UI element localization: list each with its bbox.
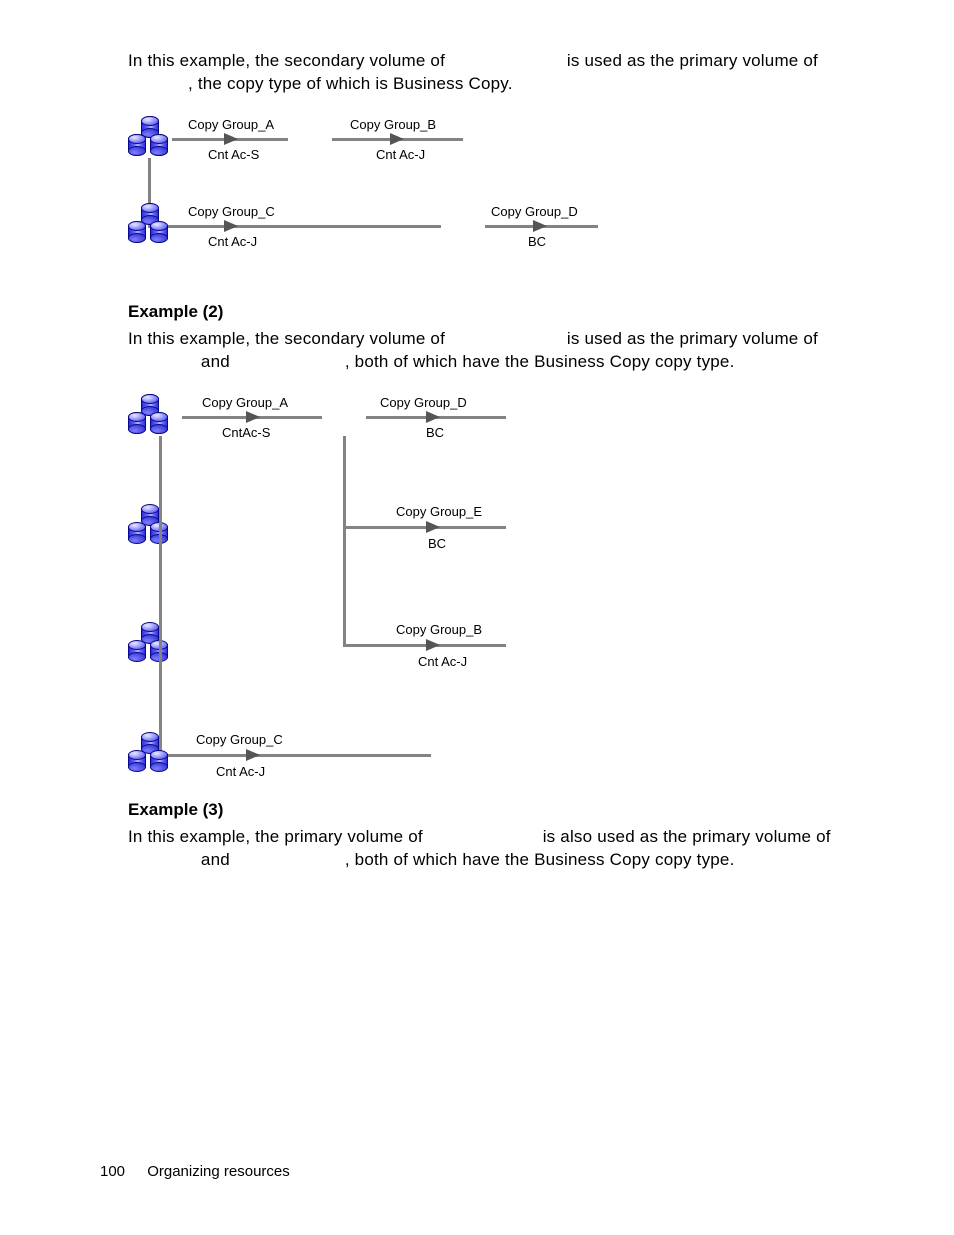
label-copy-group-c: Copy Group_C [188,204,275,219]
label-cnt-ac-j: Cnt Ac-J [376,147,425,162]
storage-cluster-icon [128,628,172,664]
arrow-icon [426,639,440,651]
label-copy-group-a: Copy Group_A [202,395,288,410]
label-cnt-ac-j: Cnt Ac-J [418,654,467,669]
text: , both of which have the Business Copy c… [345,352,735,371]
label-copy-group-d: Copy Group_D [380,395,467,410]
diagram-ex1: Copy Group_A Cnt Ac-S Copy Group_B Cnt A… [128,114,668,274]
arrow-icon [224,133,238,145]
page-footer: 100 Organizing resources [100,1163,290,1180]
arrow-icon [533,220,547,232]
storage-cluster-icon [128,122,172,158]
text: is also used as the primary volume of [538,827,831,846]
connector [159,436,162,756]
storage-cluster-icon [128,209,172,245]
label-bc: BC [428,536,446,551]
connector [159,754,431,757]
text: is used as the primary volume of [562,51,818,70]
arrow-icon [390,133,404,145]
page: In this example, the secondary volume of… [0,0,954,1235]
text: In this example, the primary volume of [128,827,428,846]
ex2-paragraph: In this example, the secondary volume of… [128,328,834,374]
label-copy-group-e: Copy Group_E [396,504,482,519]
connector [343,644,506,647]
label-copy-group-b: Copy Group_B [396,622,482,637]
text: and [196,850,235,869]
text: , the copy type of which is Business Cop… [188,74,513,93]
connector [343,436,346,646]
connector [343,526,506,529]
arrow-icon [426,521,440,533]
connector [148,225,441,228]
text: In this example, the secondary volume of [128,51,450,70]
label-copy-group-a: Copy Group_A [188,117,274,132]
label-copy-group-d: Copy Group_D [491,204,578,219]
text: , both of which have the Business Copy c… [345,850,735,869]
heading-example-3: Example (3) [128,800,954,820]
text: is used as the primary volume of [562,329,818,348]
label-bc: BC [528,234,546,249]
storage-cluster-icon [128,738,172,774]
label-cnt-ac-s: Cnt Ac-S [208,147,259,162]
label-cnt-ac-j: Cnt Ac-J [216,764,265,779]
arrow-icon [224,220,238,232]
label-cnt-ac-j: Cnt Ac-J [208,234,257,249]
text: and [196,352,235,371]
label-bc: BC [426,425,444,440]
storage-cluster-icon [128,510,172,546]
storage-cluster-icon [128,400,172,436]
ex1-paragraph: In this example, the secondary volume of… [128,50,834,96]
arrow-icon [426,411,440,423]
heading-example-2: Example (2) [128,302,954,322]
page-number: 100 [100,1163,125,1180]
diagram-ex2: Copy Group_A CntAc-S Copy Group_D BC Cop… [128,392,668,792]
arrow-icon [246,749,260,761]
arrow-icon [246,411,260,423]
section-title: Organizing resources [147,1163,290,1180]
label-copy-group-b: Copy Group_B [350,117,436,132]
label-copy-group-c: Copy Group_C [196,732,283,747]
label-cnt-ac-s: CntAc-S [222,425,270,440]
ex3-paragraph: In this example, the primary volume of i… [128,826,834,872]
text: In this example, the secondary volume of [128,329,450,348]
